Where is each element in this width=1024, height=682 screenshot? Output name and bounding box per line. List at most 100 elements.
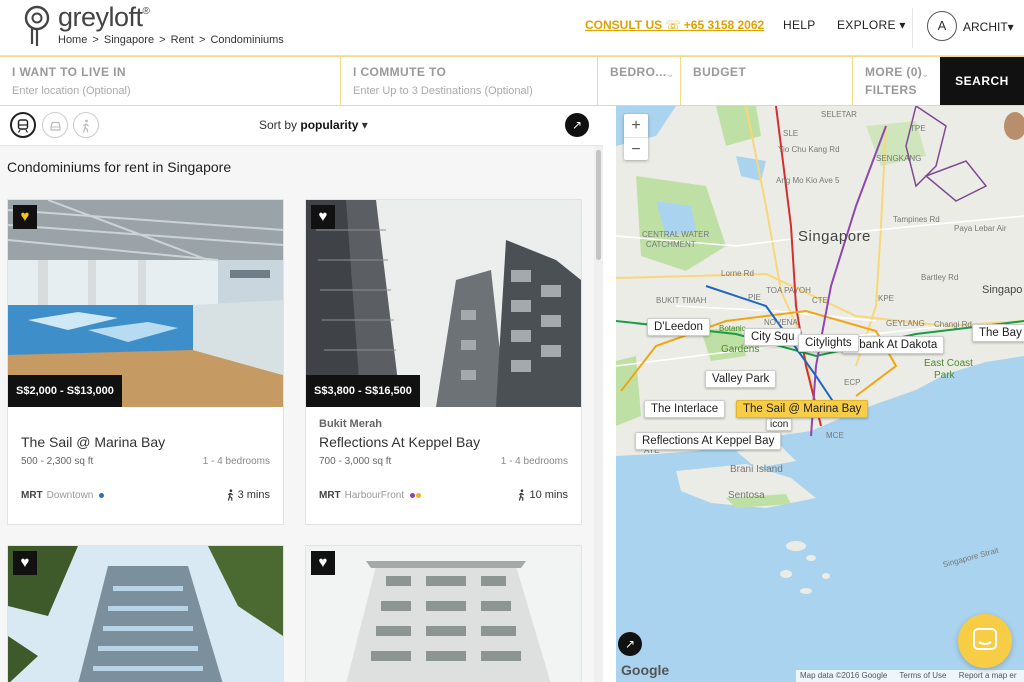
map-marker[interactable]: The Interlace (644, 400, 726, 418)
live-in-label: I WANT TO LIVE IN (12, 65, 126, 79)
breadcrumb-separator: > (92, 34, 99, 46)
map-canvas (616, 106, 1024, 682)
commute-to-input[interactable]: Enter Up to 3 Destinations (Optional) (353, 85, 585, 97)
breadcrumb-singapore[interactable]: Singapore (104, 34, 154, 46)
map-area-label: BUKIT TIMAH (656, 296, 707, 305)
walking-person-icon (227, 489, 233, 501)
location-pin-logo-icon[interactable] (24, 4, 54, 48)
zoom-in-button[interactable]: + (624, 114, 648, 137)
more-filters-label: MORE (0) (865, 65, 923, 79)
map-marker[interactable]: City Squ (744, 328, 802, 346)
budget-label: BUDGET (693, 65, 747, 79)
map-road-label: ECP (844, 378, 861, 387)
map-view[interactable]: + − SELETAR SLE Yio Chu Kang Rd Ang Mo K… (616, 106, 1024, 682)
map-road-label: Ang Mo Kio Ave 5 (776, 176, 840, 185)
report-map-error-link[interactable]: Report a map er (959, 671, 1017, 680)
map-road-label: TPE (910, 124, 926, 133)
train-icon (17, 119, 29, 133)
map-road-label: Yio Chu Kang Rd (778, 145, 840, 154)
budget-dropdown[interactable]: BUDGET (681, 57, 853, 105)
mrt-label: MRT (319, 490, 341, 501)
map-data-text: Map data ©2016 Google (800, 671, 888, 680)
listing-card[interactable]: ♥ S$3,800 - S$16,500 Bukit Merah Reflect… (305, 199, 582, 525)
search-button[interactable]: SEARCH (940, 57, 1024, 105)
bedrooms-label: BEDRO... (610, 65, 667, 79)
map-zoom-control: + − (624, 114, 648, 160)
heart-icon[interactable]: ♥ (13, 551, 37, 575)
map-area-label: Paya Lebar Air (954, 224, 1007, 233)
walk-time: 3 mins (226, 489, 270, 501)
walk-mode-button[interactable] (73, 112, 99, 138)
user-avatar[interactable]: A (927, 11, 957, 41)
map-road-label: KPE (878, 294, 895, 303)
map-marker-selected[interactable]: The Sail @ Marina Bay (736, 400, 869, 418)
zoom-out-button[interactable]: − (624, 137, 648, 160)
heart-icon[interactable]: ♥ (311, 205, 335, 229)
listing-name[interactable]: Reflections At Keppel Bay (319, 434, 480, 450)
sort-dropdown[interactable]: Sort by popularity ▾ (259, 118, 368, 132)
sort-prefix: Sort by (259, 118, 301, 132)
chevron-down-icon: ⌄ (666, 69, 675, 80)
map-marker[interactable]: Reflections At Keppel Bay (635, 432, 782, 450)
user-menu-dropdown[interactable]: ARCHIT▾ (963, 20, 1014, 34)
map-island-label: Brani Island (730, 464, 783, 475)
breadcrumb: Home > Singapore > Rent > Condominiums (58, 34, 286, 46)
map-road-label: Bartley Rd (921, 273, 959, 282)
bedrooms-dropdown[interactable]: BEDRO... ⌄ (598, 57, 681, 105)
listing-card[interactable]: ♥ S$2,000 - S$13,000 The Sail @ Marina B… (7, 199, 284, 525)
brand-logo-text[interactable]: greyloft® (58, 2, 150, 33)
google-logo: Google (621, 662, 670, 678)
top-header: greyloft® Home > Singapore > Rent > Cond… (0, 0, 1024, 56)
listing-name[interactable]: The Sail @ Marina Bay (21, 434, 165, 450)
nav-help[interactable]: HELP (783, 18, 816, 32)
listing-panel: Sort by popularity ▾ ↗ Condominiums for … (0, 106, 603, 682)
breadcrumb-separator: > (198, 34, 206, 46)
listing-photo[interactable] (306, 546, 581, 682)
car-icon (49, 121, 61, 131)
expand-arrows-icon[interactable]: ↗ (565, 113, 589, 137)
breadcrumb-home[interactable]: Home (58, 34, 87, 46)
profile-photo-avatar[interactable] (1004, 112, 1024, 140)
expand-arrows-icon[interactable]: ↗ (618, 632, 642, 656)
chat-bubble-icon (973, 628, 997, 650)
map-marker[interactable]: D'Leedon (647, 318, 710, 336)
list-toolbar: Sort by popularity ▾ ↗ (0, 106, 603, 146)
listing-photo[interactable] (8, 546, 283, 682)
commute-to-label: I COMMUTE TO (353, 65, 447, 79)
breadcrumb-condominiums[interactable]: Condominiums (210, 34, 283, 46)
chat-launcher-button[interactable] (958, 614, 1012, 668)
map-marker[interactable]: The Bay (972, 324, 1024, 342)
live-in-field[interactable]: I WANT TO LIVE IN Enter location (Option… (0, 57, 341, 105)
consult-us-link[interactable]: CONSULT US ☏ +65 3158 2062 (585, 18, 764, 32)
listing-card[interactable]: ♥ (305, 545, 582, 682)
heart-icon[interactable]: ♥ (13, 205, 37, 229)
breadcrumb-separator: > (159, 34, 166, 46)
live-in-input[interactable]: Enter location (Optional) (12, 85, 328, 97)
map-area-label: CENTRAL WATER (642, 230, 710, 239)
map-park-label: Botanic (719, 324, 746, 333)
listing-bedrooms: 1 - 4 bedrooms (202, 456, 270, 467)
chevron-down-icon: ▾ (361, 118, 368, 132)
map-city-label: Singapore (798, 228, 871, 245)
scrollbar-thumb[interactable] (596, 150, 601, 260)
listing-size: 500 - 2,300 sq ft (21, 456, 94, 467)
map-island-label: Sentosa (728, 490, 765, 501)
map-park-label: Park (934, 370, 955, 381)
terms-of-use-link[interactable]: Terms of Use (899, 671, 946, 680)
map-park-label: East Coast (924, 358, 973, 369)
map-marker[interactable]: Valley Park (705, 370, 777, 388)
map-marker[interactable]: Citylights (798, 334, 859, 352)
nav-explore-dropdown[interactable]: EXPLORE ▾ (837, 18, 906, 32)
mrt-label: MRT (21, 490, 43, 501)
map-road-label: MCE (826, 431, 844, 440)
more-filters-button[interactable]: MORE (0) FILTERS ⌄ (853, 57, 940, 105)
commute-to-field[interactable]: I COMMUTE TO Enter Up to 3 Destinations … (341, 57, 598, 105)
heart-icon[interactable]: ♥ (311, 551, 335, 575)
car-mode-button[interactable] (42, 112, 68, 138)
breadcrumb-rent[interactable]: Rent (171, 34, 194, 46)
transit-mode-button[interactable] (10, 112, 36, 138)
listing-card[interactable]: ♥ (7, 545, 284, 682)
map-road-label: SLE (783, 129, 799, 138)
listing-bedrooms: 1 - 4 bedrooms (500, 456, 568, 467)
map-marker[interactable]: icon (766, 418, 793, 431)
